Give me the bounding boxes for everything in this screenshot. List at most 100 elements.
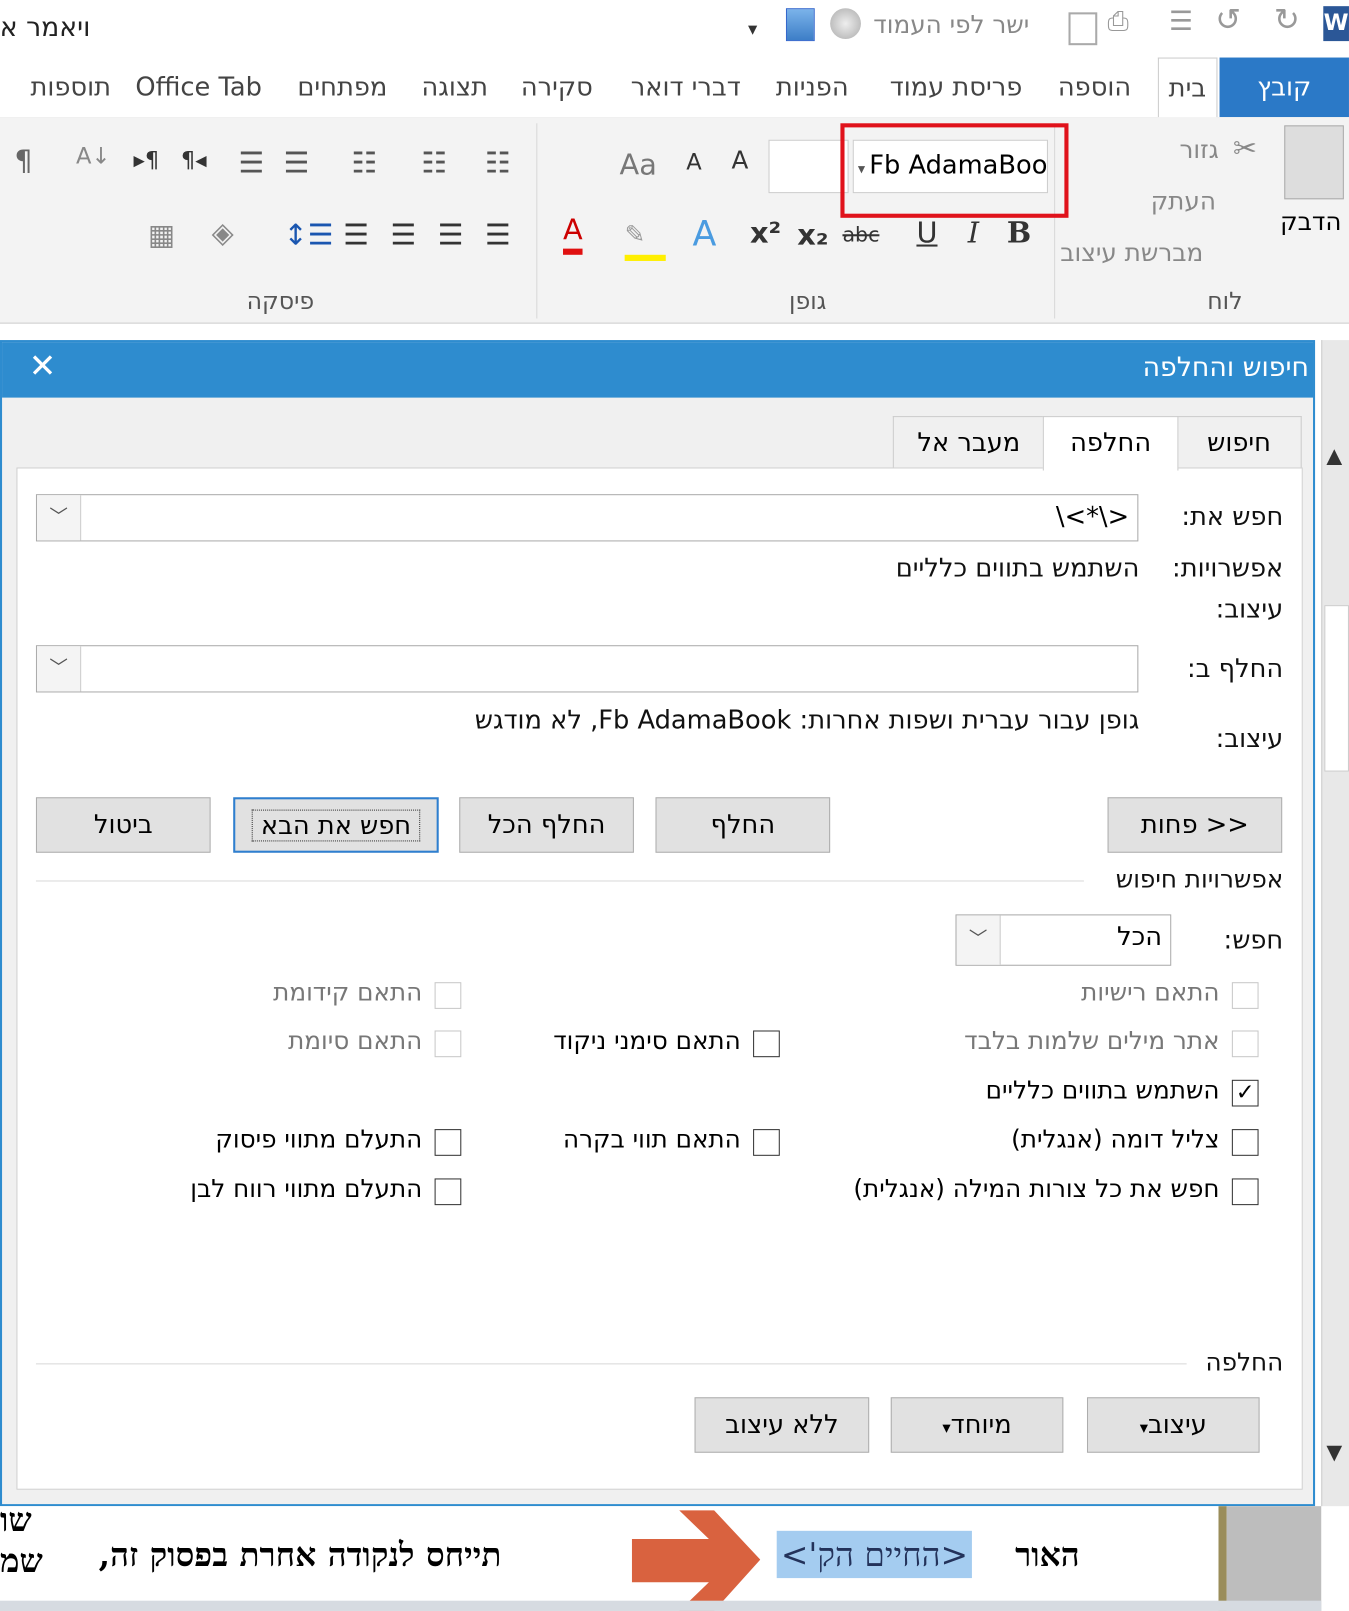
rtl-icon[interactable]: ¶◂	[181, 148, 207, 174]
word-icon: W	[1323, 6, 1349, 42]
scroll-thumb[interactable]	[1324, 605, 1349, 772]
chevron-down-icon[interactable]: ﹀	[36, 495, 82, 541]
tab-goto[interactable]: מעבר אל	[892, 416, 1045, 469]
text-effects-icon[interactable]: A	[692, 214, 716, 255]
italic-button[interactable]: I	[968, 216, 979, 250]
page-icon[interactable]	[1068, 12, 1098, 46]
multilevel-list-icon[interactable]: ☷	[351, 146, 377, 180]
increase-indent-icon[interactable]: ☰	[284, 146, 310, 180]
search-direction-select[interactable]: ﹀ הכל	[955, 914, 1172, 966]
document-title: ויאמר א	[0, 12, 91, 44]
borders-icon[interactable]: ▦	[148, 218, 175, 252]
no-formatting-button[interactable]: ללא עיצוב	[694, 1397, 870, 1453]
format-painter-button[interactable]: מברשת עיצוב	[1060, 238, 1203, 267]
tab-developer[interactable]: מפתחים	[297, 72, 387, 102]
superscript-button[interactable]: x²	[750, 216, 781, 250]
tab-review[interactable]: סקירה	[521, 72, 593, 102]
sounds-like-label: צליל דומה (אנגלית)	[1011, 1125, 1220, 1154]
list-icon[interactable]: ☰	[1169, 6, 1193, 37]
undo-icon[interactable]: ↺	[1215, 2, 1241, 38]
sort-icon[interactable]: A↓	[76, 144, 110, 170]
doc-word: האור	[1015, 1534, 1080, 1574]
align-right-icon[interactable]: ☰	[485, 218, 511, 252]
tab-insert[interactable]: הוספה	[1058, 72, 1131, 102]
find-next-button[interactable]: חפש את הבא	[233, 797, 439, 853]
decrease-indent-icon[interactable]: ☰	[238, 146, 264, 180]
print-icon[interactable]: ⎙	[1108, 6, 1129, 38]
tab-office-tab[interactable]: Office Tab	[135, 72, 262, 102]
options-label: אפשרויות:	[1172, 552, 1284, 583]
cut-button[interactable]: גזור	[1179, 136, 1218, 165]
align-left-icon[interactable]: ☰	[390, 218, 416, 252]
match-prefix-checkbox[interactable]	[434, 982, 462, 1009]
underline-button[interactable]: U	[916, 216, 937, 250]
use-wildcards-checkbox[interactable]: ✓	[1231, 1079, 1259, 1107]
tab-page-layout[interactable]: פריסת עמוד	[890, 72, 1023, 102]
search-direction-label: חפש:	[1223, 924, 1284, 955]
tab-references[interactable]: הפניות	[776, 72, 849, 102]
center-icon[interactable]: ☰	[438, 218, 464, 252]
match-control-chars-checkbox[interactable]	[753, 1129, 780, 1156]
shading-icon[interactable]: ◈	[212, 216, 234, 250]
tab-home[interactable]: בית	[1157, 57, 1218, 119]
ignore-whitespace-checkbox[interactable]	[434, 1178, 462, 1206]
tab-addins[interactable]: תוספות	[30, 72, 110, 102]
find-label: חפש את:	[1181, 501, 1284, 532]
highlight-box	[840, 123, 1069, 218]
pilcrow-button[interactable]: ¶	[14, 144, 32, 178]
grow-font-button[interactable]: A	[732, 146, 749, 175]
shrink-font-button[interactable]: A	[686, 150, 701, 176]
paragraph-group-label: פיסקה	[246, 288, 315, 316]
match-diacritics-checkbox[interactable]	[753, 1030, 780, 1058]
match-suffix-checkbox[interactable]	[434, 1030, 462, 1058]
sounds-like-checkbox[interactable]	[1231, 1129, 1259, 1156]
chevron-down-icon[interactable]: ﹀	[956, 915, 1001, 965]
line-spacing-icon[interactable]: ↕☰	[284, 218, 334, 252]
format-button[interactable]: עיצוב▾	[1086, 1397, 1260, 1453]
font-color-button[interactable]: A	[563, 212, 583, 255]
match-case-checkbox[interactable]	[1231, 982, 1259, 1009]
ltr-icon[interactable]: ▸¶	[134, 148, 160, 174]
vertical-scrollbar[interactable]: ▲ ▼	[1321, 340, 1349, 1611]
highlighter-icon[interactable]: ✎	[624, 220, 666, 261]
paste-button[interactable]: הדבק	[1280, 208, 1341, 237]
copy-button[interactable]: העתק	[1151, 187, 1216, 216]
strikethrough-button[interactable]: abc	[842, 222, 879, 247]
close-icon[interactable]: ✕	[29, 346, 57, 385]
chevron-down-icon[interactable]: ﹀	[36, 646, 82, 692]
circle-icon[interactable]	[830, 8, 861, 40]
tab-find[interactable]: חיפוש	[1176, 416, 1302, 469]
special-button[interactable]: מיוחד▾	[890, 1397, 1064, 1453]
tab-file[interactable]: קובץ	[1219, 57, 1349, 118]
replace-format-label: עיצוב:	[1215, 723, 1284, 754]
justify-icon[interactable]: ☰	[343, 218, 369, 252]
clipboard-group-label: לוח	[1207, 288, 1243, 316]
less-button[interactable]: << פחות	[1107, 797, 1283, 853]
windows-icon[interactable]	[785, 8, 815, 42]
bullet-list-icon[interactable]: ☷	[485, 146, 511, 180]
find-input[interactable]: ﹀ \<*\>	[35, 494, 1139, 542]
bold-button[interactable]: B	[1007, 216, 1031, 250]
match-diacritics-label: התאם סימני ניקוד	[553, 1026, 741, 1056]
all-word-forms-checkbox[interactable]	[1231, 1178, 1259, 1206]
replace-input[interactable]: ﹀	[35, 645, 1139, 693]
tab-replace[interactable]: החלפה	[1042, 416, 1179, 471]
numbered-list-icon[interactable]: ☷	[421, 146, 447, 180]
tab-view[interactable]: תצוגה	[422, 72, 488, 102]
customize-qat-icon[interactable]: ▾	[748, 18, 757, 40]
paste-icon[interactable]	[1284, 125, 1344, 200]
cancel-button[interactable]: ביטול	[35, 797, 211, 853]
fit-page-label[interactable]: ישר לפי העמוד	[873, 10, 1029, 39]
redo-icon[interactable]: ↻	[1274, 2, 1300, 38]
search-match-highlight: <החיים הק'>	[776, 1530, 973, 1579]
ignore-punctuation-checkbox[interactable]	[434, 1129, 462, 1156]
replace-button[interactable]: החלף	[655, 797, 831, 853]
tab-mailings[interactable]: דברי דואר	[631, 72, 741, 102]
match-control-chars-label: התאם תווי בקרה	[562, 1125, 741, 1154]
change-case-button[interactable]: Aa	[620, 148, 657, 182]
whole-words-checkbox[interactable]	[1231, 1030, 1259, 1058]
replace-all-button[interactable]: החלף הכל	[459, 797, 634, 853]
document-area[interactable]: שו שמ האור <החיים הק'> תייחס לנקודה אחרת…	[0, 1500, 1349, 1611]
subscript-button[interactable]: x₂	[797, 218, 828, 252]
font-size-box[interactable]	[768, 139, 849, 194]
